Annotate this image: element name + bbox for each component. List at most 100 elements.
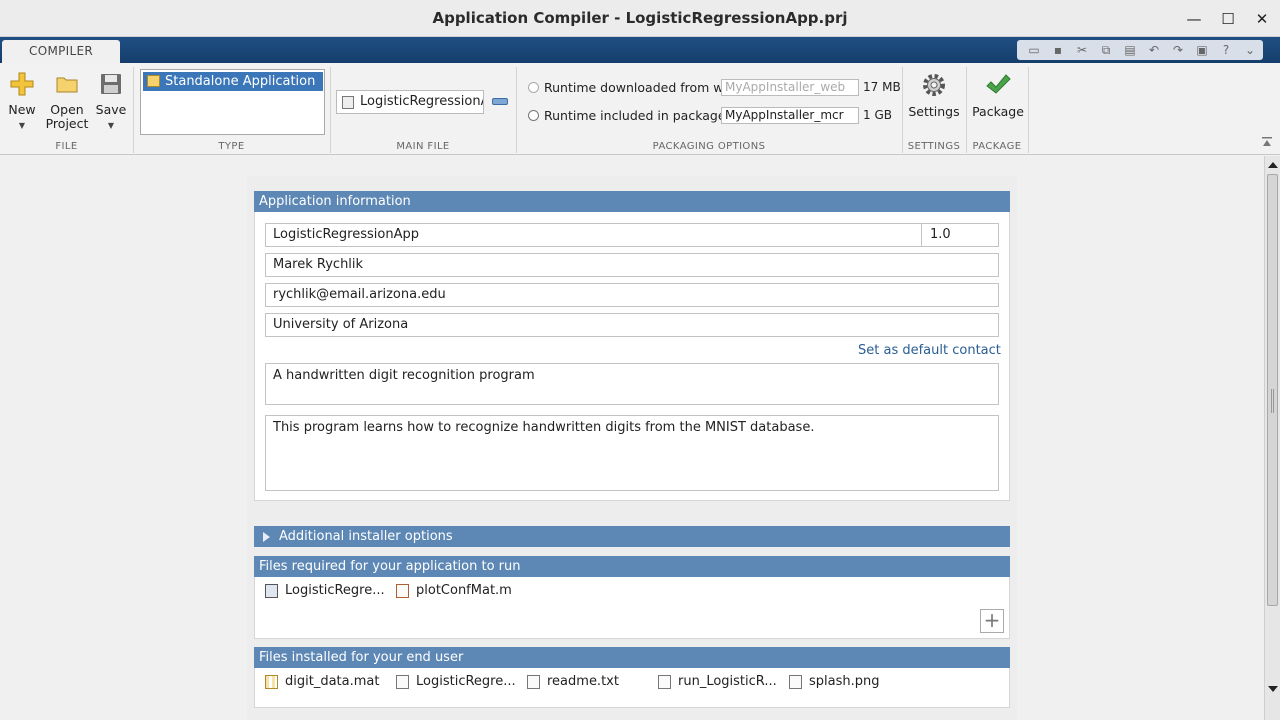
gear-icon [923, 74, 945, 96]
file-name: run_LogisticR... [678, 674, 777, 689]
runtime-web-label: Runtime downloaded from web [544, 80, 740, 95]
document-icon [396, 674, 409, 689]
document-icon [527, 674, 540, 689]
ribbon: New ▼ Open Project Save ▼ FILE Standalon… [0, 63, 1280, 155]
maximize-button[interactable]: ☐ [1217, 8, 1239, 30]
copy-icon[interactable]: ⧉ [1095, 41, 1117, 59]
runtime-web-option[interactable]: Runtime downloaded from web [528, 80, 739, 95]
included-installer-size: 1 GB [863, 108, 892, 122]
redo-icon[interactable]: ↷ [1167, 41, 1189, 59]
runtime-included-option[interactable]: Runtime included in package [528, 108, 726, 123]
runtime-included-label: Runtime included in package [544, 108, 726, 123]
group-label-packaging: PACKAGING OPTIONS [652, 141, 766, 152]
web-installer-name-input[interactable]: MyAppInstaller_web [721, 79, 859, 96]
caret-down-icon: ▼ [107, 121, 115, 130]
open-project-button[interactable]: Open Project [44, 71, 90, 131]
type-item-label: Standalone Application [165, 74, 316, 89]
window-layout-icon[interactable]: ▭ [1023, 41, 1045, 59]
new-label: New [8, 102, 36, 117]
image-file-icon [789, 674, 802, 689]
script-file-icon [342, 96, 354, 109]
save-label: Save [95, 102, 127, 117]
radio-button[interactable] [528, 110, 539, 121]
folder-icon [56, 77, 78, 93]
add-file-button[interactable]: + [980, 609, 1004, 633]
summary-field[interactable]: A handwritten digit recognition program [265, 363, 999, 405]
included-installer-name-input[interactable]: MyAppInstaller_mcr [721, 107, 859, 124]
chevron-down-icon[interactable]: ⌄ [1239, 41, 1261, 59]
file-name: LogisticRegre... [285, 583, 385, 598]
checkmark-icon [986, 74, 1011, 94]
description-field[interactable]: This program learns how to recognize han… [265, 415, 999, 491]
email-field[interactable]: rychlik@email.arizona.edu [265, 283, 999, 307]
standalone-app-icon [147, 75, 160, 87]
collapse-ribbon-icon[interactable] [1261, 136, 1273, 148]
undo-icon[interactable]: ↶ [1143, 41, 1165, 59]
list-item[interactable]: LogisticRegre... [265, 583, 385, 598]
file-name: splash.png [809, 674, 880, 689]
files-installed-header: Files installed for your end user [254, 647, 1010, 668]
settings-label: Settings [908, 104, 960, 119]
expand-triangle-icon[interactable] [263, 532, 270, 542]
file-name: readme.txt [547, 674, 619, 689]
matlab-file-icon [396, 583, 409, 598]
mat-file-icon [265, 674, 278, 689]
list-item[interactable]: run_LogisticR... [658, 674, 777, 689]
company-field[interactable]: University of Arizona [265, 313, 999, 337]
vertical-scrollbar[interactable] [1264, 156, 1280, 720]
new-button[interactable]: New ▼ [5, 71, 39, 133]
grip-icon [1271, 389, 1274, 413]
package-button[interactable]: Package [970, 71, 1026, 119]
scrollbar-thumb[interactable] [1267, 174, 1278, 606]
scroll-up-arrow-icon[interactable] [1268, 162, 1278, 168]
package-label: Package [972, 104, 1024, 119]
paste-icon[interactable]: ▤ [1119, 41, 1141, 59]
set-default-contact-link[interactable]: Set as default contact [858, 343, 1001, 358]
group-label-type: TYPE [218, 141, 245, 152]
ribbon-tab-strip: COMPILER ▭ ▪ ✂ ⧉ ▤ ↶ ↷ ▣ ? ⌄ [0, 37, 1280, 63]
group-label-main-file: MAIN FILE [396, 141, 450, 152]
help-icon[interactable]: ? [1215, 41, 1237, 59]
save-button[interactable]: Save ▼ [94, 71, 128, 133]
main-file-name: LogisticRegressionApp [360, 94, 483, 109]
group-label-settings: SETTINGS [907, 141, 961, 152]
minimize-button[interactable]: — [1183, 8, 1205, 30]
quick-access-toolbar: ▭ ▪ ✂ ⧉ ▤ ↶ ↷ ▣ ? ⌄ [1017, 40, 1263, 60]
save-icon[interactable]: ▪ [1047, 41, 1069, 59]
application-type-list[interactable]: Standalone Application [140, 69, 325, 135]
app-name-field[interactable]: LogisticRegressionApp [265, 223, 922, 247]
scroll-down-arrow-icon[interactable] [1268, 686, 1278, 692]
title-bar: Application Compiler - LogisticRegressio… [0, 0, 1280, 37]
plus-icon [10, 72, 34, 96]
file-name: plotConfMat.m [416, 583, 512, 598]
switch-windows-icon[interactable]: ▣ [1191, 41, 1213, 59]
app-version-field[interactable]: 1.0 [921, 223, 999, 247]
author-name-field[interactable]: Marek Rychlik [265, 253, 999, 277]
caret-down-icon: ▼ [18, 121, 26, 130]
app-file-icon [265, 583, 278, 598]
settings-button[interactable]: Settings [906, 71, 962, 119]
file-name: LogisticRegre... [416, 674, 516, 689]
radio-button[interactable] [528, 82, 539, 93]
additional-installer-options-header[interactable]: Additional installer options [254, 526, 1010, 547]
list-item[interactable]: LogisticRegre... [396, 674, 516, 689]
web-installer-size: 17 MB [863, 80, 901, 94]
list-item[interactable]: splash.png [789, 674, 880, 689]
list-item[interactable]: digit_data.mat [265, 674, 379, 689]
files-required-header: Files required for your application to r… [254, 556, 1010, 577]
open-label-2: Project [45, 116, 89, 131]
main-file-field[interactable]: LogisticRegressionApp [336, 90, 484, 114]
cut-icon[interactable]: ✂ [1071, 41, 1093, 59]
document-icon [658, 674, 671, 689]
open-label-1: Open [50, 102, 84, 117]
close-button[interactable]: ✕ [1251, 8, 1273, 30]
type-item-standalone[interactable]: Standalone Application [143, 72, 323, 91]
list-item[interactable]: plotConfMat.m [396, 583, 512, 598]
remove-main-file-button[interactable] [492, 98, 508, 105]
window-title: Application Compiler - LogisticRegressio… [432, 9, 848, 27]
application-information-header: Application information [254, 191, 1010, 212]
group-divider [1028, 67, 1029, 153]
list-item[interactable]: readme.txt [527, 674, 619, 689]
tab-compiler[interactable]: COMPILER [2, 40, 120, 63]
floppy-disk-icon [101, 74, 121, 94]
